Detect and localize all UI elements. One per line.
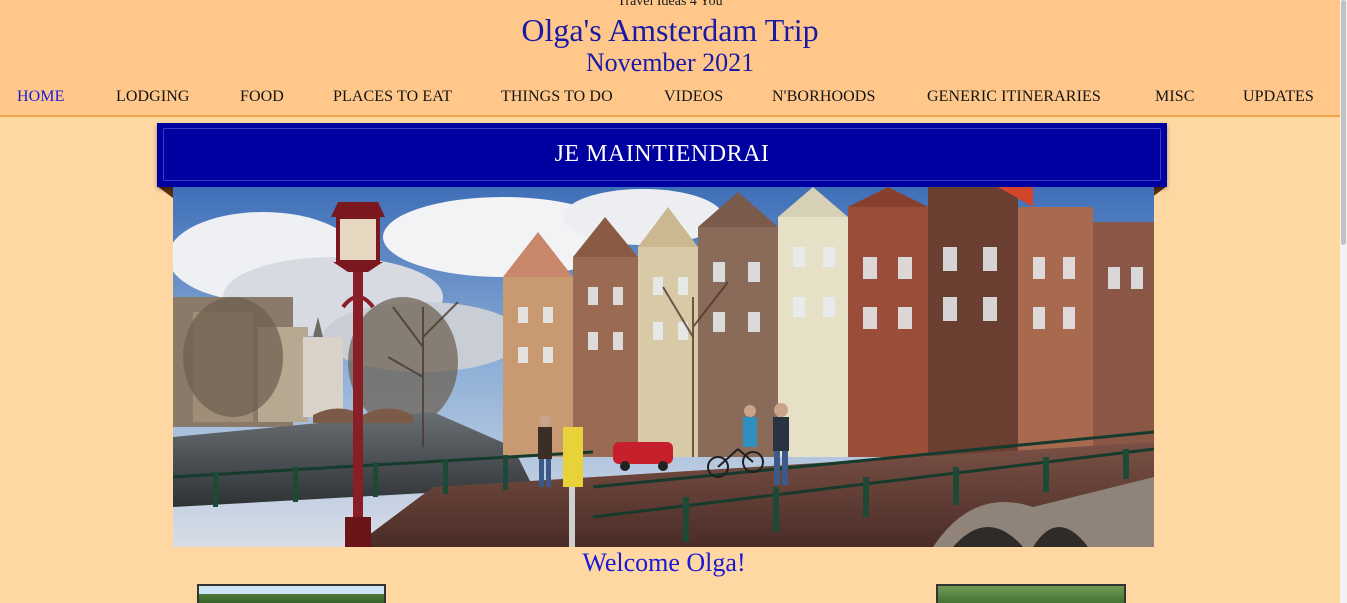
motto-banner: JE MAINTIENDRAI bbox=[157, 123, 1167, 187]
nav-lodging[interactable]: LODGING bbox=[116, 86, 190, 108]
site-tagline: Travel Ideas 4 You bbox=[617, 0, 723, 9]
nav-generic-itineraries[interactable]: GENERIC ITINERARIES bbox=[927, 86, 1101, 108]
hero-canal-illustration bbox=[173, 187, 1154, 547]
nav-places-to-eat[interactable]: PLACES TO EAT bbox=[333, 86, 452, 108]
thumbnail-photo-right[interactable] bbox=[936, 584, 1126, 603]
site-date: November 2021 bbox=[585, 48, 755, 77]
nav-videos[interactable]: VIDEOS bbox=[664, 86, 723, 108]
scrollbar-thumb[interactable] bbox=[1341, 0, 1346, 245]
nav-home[interactable]: HOME bbox=[17, 86, 65, 108]
ribbon-fold-left bbox=[157, 186, 173, 198]
motto-banner-inner: JE MAINTIENDRAI bbox=[163, 128, 1161, 181]
page-scrollbar[interactable] bbox=[1340, 0, 1347, 603]
nav-things-to-do[interactable]: THINGS TO DO bbox=[501, 86, 613, 108]
thumbnail-photo-left[interactable] bbox=[197, 584, 386, 603]
main-nav: HOME LODGING FOOD PLACES TO EAT THINGS T… bbox=[0, 86, 1340, 108]
nav-food[interactable]: FOOD bbox=[240, 86, 284, 108]
nav-updates[interactable]: UPDATES bbox=[1243, 86, 1314, 108]
motto-text: JE MAINTIENDRAI bbox=[554, 141, 770, 167]
site-title[interactable]: Olga's Amsterdam Trip bbox=[0, 12, 1340, 48]
site-header: Travel Ideas 4 You Olga's Amsterdam Trip… bbox=[0, 0, 1340, 117]
welcome-heading: Welcome Olga! bbox=[582, 548, 746, 577]
hero-image-amsterdam-canal bbox=[173, 187, 1154, 547]
nav-neighborhoods[interactable]: N'BORHOODS bbox=[772, 86, 875, 108]
nav-misc[interactable]: MISC bbox=[1155, 86, 1195, 108]
